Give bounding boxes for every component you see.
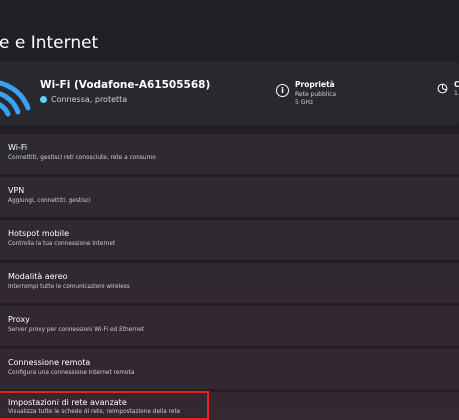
- settings-row-proxy[interactable]: Proxy Server proxy per connessioni Wi-Fi…: [0, 306, 459, 346]
- properties-link[interactable]: Proprietà: [295, 80, 335, 89]
- data-usage-link[interactable]: C: [454, 80, 459, 89]
- settings-row-subtitle: Server proxy per connessioni Wi-Fi ed Et…: [8, 327, 145, 333]
- settings-row-subtitle: Configura una connessione Internet remot…: [8, 370, 135, 376]
- settings-row-subtitle: Controlla la tua connessione Internet: [8, 241, 116, 247]
- settings-row-airplane-mode[interactable]: Modalità aereo Interrompi tutte le comun…: [0, 263, 459, 303]
- info-icon: i: [276, 84, 289, 97]
- data-usage-text: 1.: [454, 90, 459, 97]
- highlight-box: [0, 391, 209, 420]
- page-title: e e Internet: [0, 33, 99, 53]
- settings-row-vpn[interactable]: VPN Aggiungi, connettiti, gestisci: [0, 177, 459, 217]
- settings-row-title: VPN: [8, 186, 25, 195]
- settings-row-subtitle: Aggiungi, connettiti, gestisci: [8, 198, 91, 204]
- settings-row-title: Hotspot mobile: [8, 229, 69, 238]
- network-profile-text: Rete pubblica: [295, 91, 337, 98]
- data-usage-icon: [437, 83, 448, 94]
- settings-row-subtitle: Interrompi tutte le comunicazioni wirele…: [8, 284, 130, 290]
- network-band-text: 5 GHz: [295, 99, 314, 106]
- wifi-icon: [0, 80, 31, 117]
- connection-status: Connessa, protetta: [40, 95, 127, 104]
- settings-row-hotspot[interactable]: Hotspot mobile Controlla la tua connessi…: [0, 220, 459, 260]
- settings-row-title: Proxy: [8, 315, 30, 324]
- settings-row-title: Connessione remota: [8, 358, 91, 367]
- settings-row-title: Modalità aereo: [8, 272, 68, 281]
- network-name: Wi-Fi (Vodafone-A61505568): [40, 79, 211, 91]
- connection-status-text: Connessa, protetta: [51, 95, 128, 104]
- network-status-card: [0, 61, 459, 126]
- settings-row-dial-up[interactable]: Connessione remota Configura una conness…: [0, 349, 459, 389]
- settings-row-wifi[interactable]: Wi-Fi Connettiti, gestisci reti conosciu…: [0, 134, 459, 174]
- settings-row-subtitle: Connettiti, gestisci reti conosciute, re…: [8, 155, 156, 161]
- connected-icon: [40, 96, 47, 103]
- settings-row-title: Wi-Fi: [8, 143, 28, 152]
